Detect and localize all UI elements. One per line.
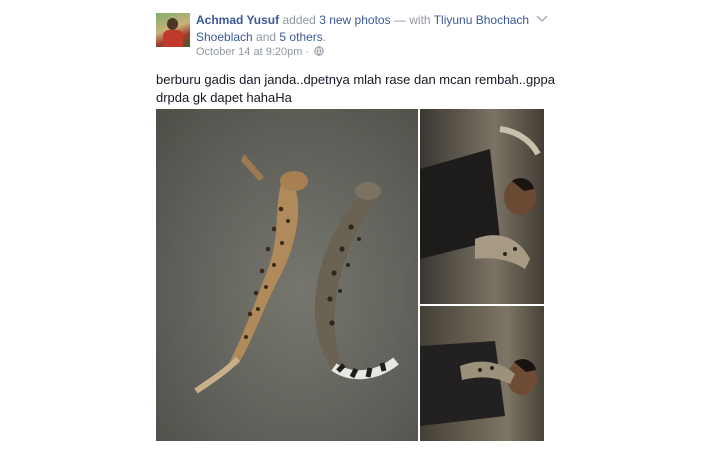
avatar-body-shape	[163, 30, 183, 47]
feed-post: Achmad Yusuf added 3 new photos — with T…	[0, 0, 710, 450]
timestamp-link[interactable]: October 14 at 9:20pm	[196, 46, 302, 58]
photo-top-right[interactable]	[420, 109, 544, 304]
post-header: Achmad Yusuf added 3 new photos — with T…	[196, 12, 536, 46]
photo-main[interactable]	[156, 109, 418, 441]
avatar-head-shape	[167, 18, 178, 30]
author-name-link[interactable]: Achmad Yusuf	[196, 13, 279, 27]
meta-separator: ·	[302, 46, 313, 58]
post-meta: October 14 at 9:20pm ·	[196, 45, 324, 59]
period-text: .	[322, 30, 327, 44]
photos-link[interactable]: 3 new photos	[319, 13, 390, 27]
chevron-down-icon[interactable]	[536, 14, 548, 24]
and-text: and	[252, 30, 280, 44]
action-text: added	[279, 13, 320, 27]
with-text: — with	[390, 13, 434, 27]
globe-icon[interactable]	[314, 46, 324, 56]
others-link[interactable]: 5 others	[279, 30, 322, 44]
author-avatar[interactable]	[156, 13, 190, 47]
photo-top-right-image	[420, 109, 544, 304]
photo-main-image	[156, 109, 418, 441]
photo-bottom-right[interactable]	[420, 306, 544, 441]
status-text: berburu gadis dan janda..dpetnya mlah ra…	[156, 72, 555, 105]
photo-bottom-right-image	[420, 306, 544, 441]
